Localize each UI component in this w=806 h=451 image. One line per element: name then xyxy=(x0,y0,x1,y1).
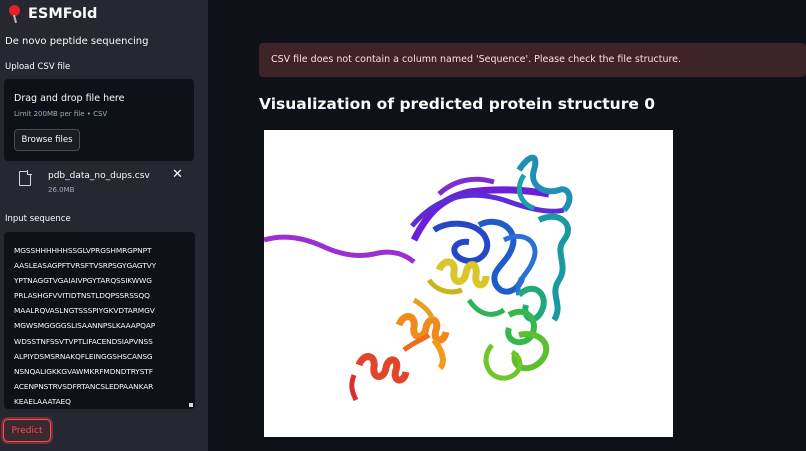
sequence-textarea[interactable]: MGSSHHHHHHSSGLVPRGSHMRGPNPT AASLEASAGPFT… xyxy=(4,232,195,409)
app-title-text: ESMFold xyxy=(28,6,98,22)
sidebar: ESMFold De novo peptide sequencing Uploa… xyxy=(0,0,208,451)
resize-handle[interactable] xyxy=(189,403,193,407)
dropzone-title: Drag and drop file here xyxy=(14,93,125,104)
app-title: ESMFold xyxy=(8,5,98,24)
sequence-text[interactable]: MGSSHHHHHHSSGLVPRGSHMRGPNPT AASLEASAGPFT… xyxy=(14,243,186,409)
browse-files-button[interactable]: Browse files xyxy=(14,129,80,151)
error-alert: CSV file does not contain a column named… xyxy=(259,43,806,77)
subtitle: De novo peptide sequencing xyxy=(5,36,149,47)
close-icon[interactable]: ✕ xyxy=(172,167,183,182)
file-icon xyxy=(19,170,32,186)
file-size: 26.0MB xyxy=(48,186,75,194)
protein-ribbon-render xyxy=(264,154,573,402)
visualization-title: Visualization of predicted protein struc… xyxy=(259,95,656,113)
file-name: pdb_data_no_dups.csv xyxy=(48,171,150,181)
upload-label: Upload CSV file xyxy=(5,62,71,72)
error-message: CSV file does not contain a column named… xyxy=(271,54,682,65)
dropzone-limit: Limit 200MB per file • CSV xyxy=(14,110,108,118)
file-dropzone[interactable]: Drag and drop file here Limit 200MB per … xyxy=(4,79,194,161)
predict-button[interactable]: Predict xyxy=(3,419,51,442)
protein-structure-viewer[interactable] xyxy=(264,130,673,437)
input-sequence-label: Input sequence xyxy=(5,214,71,224)
pin-icon xyxy=(8,5,22,24)
uploaded-file: pdb_data_no_dups.csv 26.0MB ✕ xyxy=(4,167,194,199)
